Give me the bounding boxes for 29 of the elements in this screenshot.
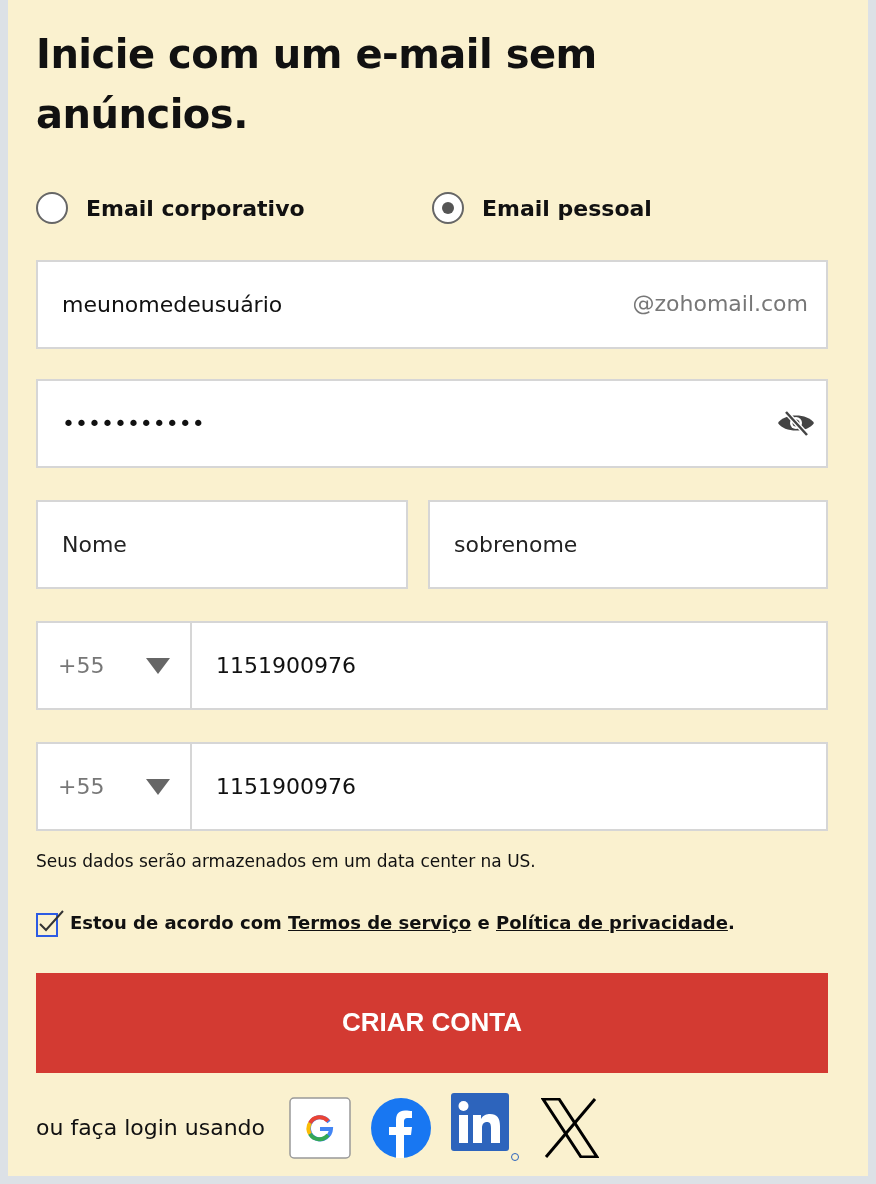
first-name-field[interactable]: Nome	[38, 502, 406, 587]
domain-suffix: @zohomail.com	[632, 290, 808, 318]
radio-label: Email pessoal	[482, 194, 652, 223]
terms-link[interactable]: Termos de serviço	[288, 912, 472, 933]
radio-button[interactable]	[432, 192, 464, 224]
radio-option[interactable]: Email corporativo	[36, 191, 432, 225]
data-notice: Seus dados serão armazenados em um data center na US.	[36, 850, 537, 873]
radio-option[interactable]: Email pessoal	[432, 191, 828, 225]
phone-field[interactable]: 1151900976	[192, 742, 828, 831]
radio-label: Email corporativo	[86, 194, 305, 223]
last-name-field[interactable]: sobrenome	[430, 502, 826, 587]
caret-icon	[146, 657, 170, 674]
x-icon[interactable]	[541, 1097, 600, 1158]
password-field[interactable]: •••••••••••	[36, 379, 828, 468]
google-icon[interactable]	[289, 1096, 352, 1159]
create-account-button[interactable]: CRIAR CONTA	[36, 972, 828, 1073]
facebook-icon[interactable]	[371, 1097, 432, 1158]
checkbox[interactable]	[36, 908, 64, 937]
country-code-select[interactable]: +55	[36, 742, 192, 831]
agreement-text: Estou de acordo com Termos de serviço e Política de privacidade.	[70, 911, 735, 935]
phone-field[interactable]: 1151900976	[192, 621, 828, 710]
linkedin-icon[interactable]	[451, 1092, 522, 1163]
page-title: Inicie com um e-mail sem anúncios.	[36, 30, 598, 139]
radio-button[interactable]	[36, 192, 68, 224]
privacy-link[interactable]: Política de privacidade	[496, 912, 728, 933]
caret-icon	[146, 778, 170, 795]
social-login-label: ou faça login usando	[36, 1114, 266, 1142]
country-code-select[interactable]: +55	[36, 621, 192, 710]
eye-slash-icon[interactable]	[776, 409, 816, 437]
